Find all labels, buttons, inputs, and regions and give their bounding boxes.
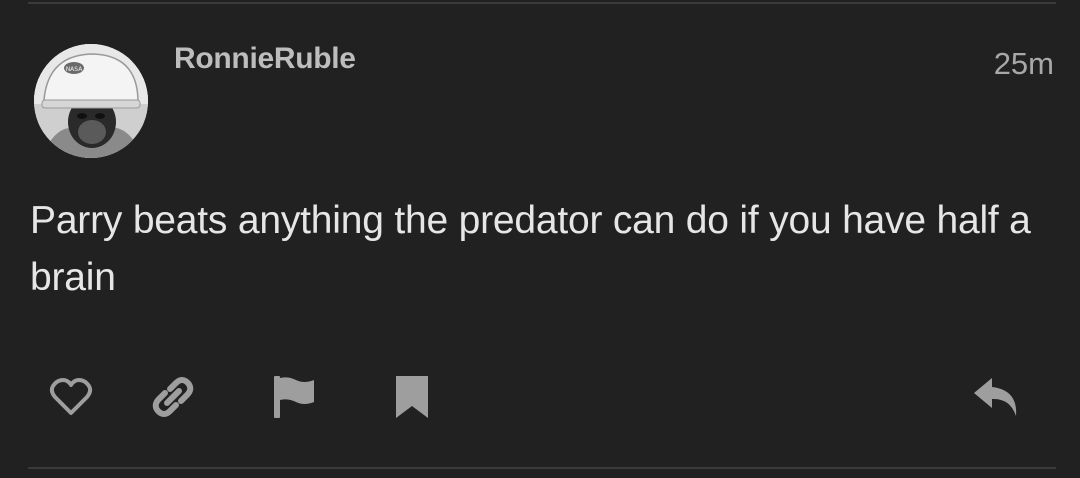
post-card: NASA RonnieRuble 25m Parry beats anythin… (0, 0, 1080, 478)
helmet-text: NASA (66, 66, 84, 73)
post-body: Parry beats anything the predator can do… (30, 199, 1031, 299)
bottom-divider (28, 467, 1056, 469)
flag-button[interactable] (270, 374, 318, 420)
top-divider (28, 2, 1056, 4)
like-button[interactable] (47, 374, 95, 420)
reply-icon (974, 378, 1017, 416)
avatar[interactable]: NASA (34, 44, 148, 158)
heart-outline-icon (49, 378, 93, 415)
flag-icon (274, 376, 314, 418)
nasa-helmet-chimp-avatar-icon: NASA (34, 44, 148, 158)
reply-button[interactable] (972, 374, 1020, 420)
bookmark-button[interactable] (388, 374, 436, 420)
share-link-button[interactable] (149, 374, 197, 420)
link-icon (152, 377, 194, 417)
bookmark-icon (396, 376, 428, 418)
post-timestamp[interactable]: 25m (994, 46, 1054, 82)
author-username[interactable]: RonnieRuble (174, 42, 356, 76)
